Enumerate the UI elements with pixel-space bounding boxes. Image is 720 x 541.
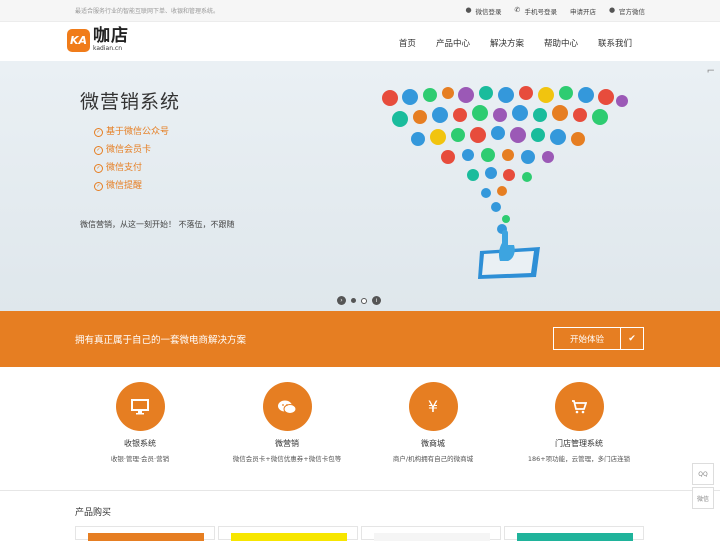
- cart-icon: [554, 382, 604, 431]
- cta-band: 拥有真正属于自己的一套微电商解决方案 开始体验 ✔: [0, 311, 720, 367]
- hero-title: 微营销系统: [80, 91, 181, 113]
- hero-feature: ✓ 微信会员卡: [94, 141, 169, 159]
- phone-login-link[interactable]: ✆ 手机号登录: [515, 6, 558, 16]
- qq-float-button[interactable]: QQ: [692, 463, 714, 485]
- wechat-login-link[interactable]: ● 微信登录: [466, 6, 502, 16]
- product-card[interactable]: [504, 526, 644, 541]
- top-bar: 最适合服务行业的智能互联网下单、收银和管理系统。 ● 微信登录 ✆ 手机号登录 …: [0, 0, 720, 22]
- check-icon: ✓: [94, 181, 103, 191]
- logo-badge: KA: [67, 28, 90, 52]
- hero-description: 微信营销，从这一刻开始！ 不落伍，不跟随: [80, 220, 235, 229]
- hero-feature-list: ✓ 基于微信公众号 ✓ 微信会员卡 ✓ 微信支付 ✓ 微信提醒: [94, 123, 169, 195]
- check-icon: ✔: [628, 333, 636, 344]
- hero-feature: ✓ 基于微信公众号: [94, 123, 169, 141]
- products-section-title: 产品购买: [75, 508, 112, 518]
- check-icon: ✓: [94, 127, 103, 137]
- carousel-dot[interactable]: [361, 297, 367, 304]
- feature-micro-mall[interactable]: ¥ 微商城 商户/机构拥有自己的微商城: [373, 382, 493, 463]
- hero-feature: ✓ 微信提醒: [94, 177, 169, 195]
- logo-name: 咖店: [93, 26, 129, 46]
- official-wechat-link[interactable]: ● 官方微信: [609, 6, 645, 16]
- phone-icon: ✆: [514, 6, 521, 14]
- nav-solutions[interactable]: 解决方案: [490, 37, 524, 49]
- check-icon: ✓: [94, 163, 103, 173]
- feature-cashier[interactable]: 收银系统 收银·管理·会员·营销: [80, 382, 200, 463]
- section-divider: [0, 490, 720, 491]
- carousel-dots: › ı: [337, 296, 381, 305]
- nav-home[interactable]: 首页: [399, 37, 416, 49]
- main-nav: 首页 产品中心 解决方案 帮助中心 联系我们: [399, 37, 632, 49]
- wechat-icon: [262, 382, 312, 431]
- wechat-float-button[interactable]: 微信: [692, 487, 714, 509]
- top-links: ● 微信登录 ✆ 手机号登录 申请开店 ● 官方微信: [466, 0, 646, 21]
- hero-banner: 微营销系统 ✓ 基于微信公众号 ✓ 微信会员卡 ✓ 微信支付 ✓ 微信提醒 微信营销，从…: [0, 61, 720, 311]
- feature-micro-marketing[interactable]: 微营销 微信会员卡+微信优惠券+微信卡包等: [227, 382, 347, 463]
- hero-feature: ✓ 微信支付: [94, 159, 169, 177]
- product-card[interactable]: [218, 526, 358, 541]
- carousel-prev-icon[interactable]: ›: [337, 296, 346, 305]
- slogan: 最适合服务行业的智能互联网下单、收银和管理系统。: [75, 8, 220, 15]
- wechat-icon: ●: [465, 6, 472, 14]
- collapse-arrow-icon[interactable]: ⌐: [707, 66, 715, 77]
- nav-products[interactable]: 产品中心: [436, 37, 470, 49]
- open-store-link[interactable]: 申请开店: [570, 6, 596, 16]
- wechat-icon: ●: [609, 6, 616, 14]
- product-card[interactable]: [75, 526, 215, 541]
- start-trial-button[interactable]: 开始体验 ✔: [553, 327, 644, 350]
- monitor-icon: [115, 382, 165, 431]
- check-icon: ✓: [94, 145, 103, 155]
- logo[interactable]: KA 咖店 kadian.cn: [67, 28, 129, 52]
- product-card[interactable]: [361, 526, 501, 541]
- cta-text: 拥有真正属于自己的一套微电商解决方案: [75, 335, 247, 346]
- carousel-pause-icon[interactable]: ı: [372, 296, 381, 305]
- social-icons-illustration-icon: [382, 86, 628, 279]
- product-list: [75, 526, 645, 541]
- logo-domain: kadian.cn: [93, 45, 123, 52]
- yen-icon: ¥: [408, 382, 458, 431]
- nav-help[interactable]: 帮助中心: [544, 37, 578, 49]
- nav-contact[interactable]: 联系我们: [598, 37, 632, 49]
- carousel-dot[interactable]: [351, 298, 356, 303]
- feature-store-management[interactable]: 门店管理系统 186+项功能，云管理，多门店连锁: [519, 382, 639, 463]
- features-section: 收银系统 收银·管理·会员·营销 微营销 微信会员卡+微信优惠券+微信卡包等 ¥…: [0, 367, 720, 489]
